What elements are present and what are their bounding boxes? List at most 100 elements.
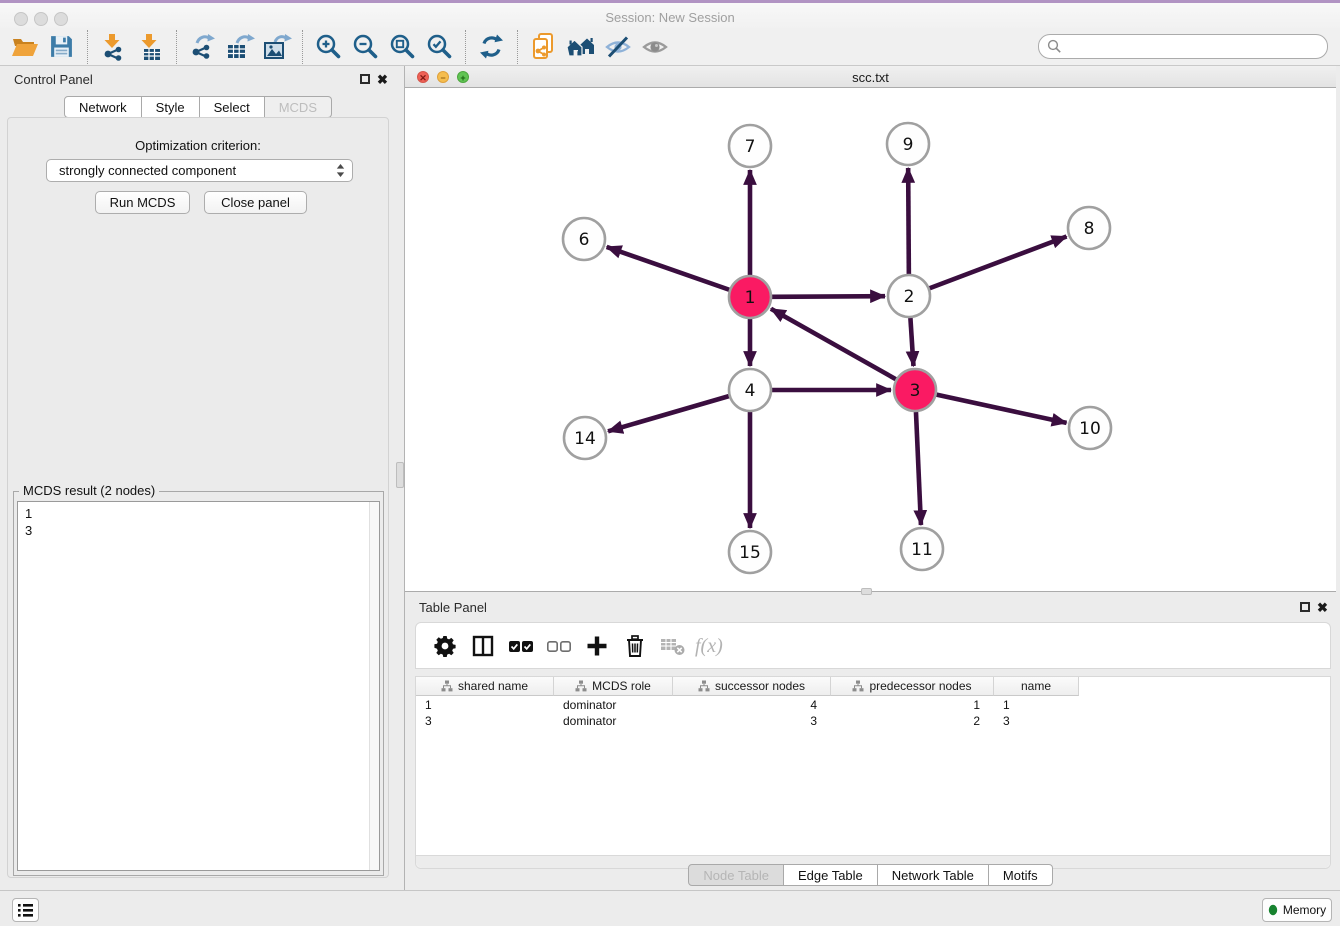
table-row[interactable]: 1dominator411	[416, 697, 1079, 713]
zoom-selected-icon[interactable]	[421, 31, 458, 63]
task-history-button[interactable]	[12, 898, 39, 922]
cell-shared-name[interactable]: 1	[416, 697, 554, 713]
network-window-title: scc.txt	[405, 70, 1336, 85]
edge-2-8[interactable]	[930, 236, 1067, 288]
edge-1-2[interactable]	[772, 296, 885, 297]
tab-mcds[interactable]: MCDS	[265, 96, 332, 118]
memory-button[interactable]: Memory	[1262, 898, 1332, 922]
toolbar-separator	[465, 30, 466, 64]
zoom-in-icon[interactable]	[310, 31, 347, 63]
mcds-result-values: 1 3	[18, 502, 379, 539]
home-icon[interactable]	[562, 31, 599, 63]
cell-MCDS-role[interactable]: dominator	[554, 697, 673, 713]
table-row[interactable]: 3dominator323	[416, 713, 1079, 729]
control-panel-float-button[interactable]	[360, 74, 370, 84]
open-folder-icon[interactable]	[6, 31, 43, 63]
node-15[interactable]: 15	[729, 531, 771, 573]
cell-shared-name[interactable]: 3	[416, 713, 554, 729]
gear-icon[interactable]	[426, 629, 464, 663]
svg-text:f(x): f(x)	[695, 635, 723, 657]
node-14[interactable]: 14	[564, 417, 606, 459]
node-11[interactable]: 11	[901, 528, 943, 570]
edge-2-3[interactable]	[910, 318, 913, 366]
zoom-out-icon[interactable]	[347, 31, 384, 63]
tab-network-table[interactable]: Network Table	[878, 864, 989, 886]
node-7[interactable]: 7	[729, 125, 771, 167]
cell-name[interactable]: 3	[994, 713, 1079, 729]
control-panel-tabs: NetworkStyleSelectMCDS	[0, 96, 396, 118]
delete-icon[interactable]	[616, 629, 654, 663]
table-header-row: shared nameMCDS role successor nodes prede…	[416, 677, 1079, 696]
tab-motifs[interactable]: Motifs	[989, 864, 1053, 886]
close-panel-button[interactable]: Close panel	[204, 191, 307, 214]
edge-3-11[interactable]	[916, 412, 921, 525]
node-label-8: 8	[1084, 219, 1095, 239]
node-3[interactable]: 3	[894, 369, 936, 411]
column-header-shared-name[interactable]: shared name	[416, 677, 554, 696]
run-mcds-button[interactable]: Run MCDS	[95, 191, 190, 214]
column-header-name[interactable]: name	[994, 677, 1079, 696]
add-column-icon[interactable]	[578, 629, 616, 663]
tab-style[interactable]: Style	[142, 96, 200, 118]
export-network-icon[interactable]	[184, 31, 221, 63]
cell-name[interactable]: 1	[994, 697, 1079, 713]
refresh-icon[interactable]	[473, 31, 510, 63]
select-all-checkboxes-icon[interactable]	[502, 629, 540, 663]
node-2[interactable]: 2	[888, 275, 930, 317]
search-input[interactable]	[1067, 37, 1327, 57]
column-header-successor-nodes[interactable]: successor nodes	[673, 677, 831, 696]
optimization-criterion-dropdown[interactable]: strongly connected component	[46, 159, 353, 182]
clone-network-icon[interactable]	[525, 31, 562, 63]
search-icon	[1047, 39, 1062, 54]
split-column-icon[interactable]	[464, 629, 502, 663]
export-image-icon[interactable]	[258, 31, 295, 63]
table-panel-float-button[interactable]	[1300, 602, 1310, 612]
import-table-icon[interactable]	[132, 31, 169, 63]
node-9[interactable]: 9	[887, 123, 929, 165]
cell-predecessor-nodes[interactable]: 2	[831, 713, 994, 729]
table-toolbar: f(x)	[415, 622, 1331, 669]
column-header-predecessor-nodes[interactable]: predecessor nodes	[831, 677, 994, 696]
tab-network[interactable]: Network	[64, 96, 142, 118]
edge-3-1[interactable]	[771, 309, 896, 379]
network-window-titlebar[interactable]: ✕ − + scc.txt	[405, 66, 1336, 88]
horizontal-splitter-grip[interactable]	[861, 588, 872, 595]
tab-node-table[interactable]: Node Table	[688, 864, 784, 886]
node-10[interactable]: 10	[1069, 407, 1111, 449]
export-table-icon[interactable]	[221, 31, 258, 63]
node-8[interactable]: 8	[1068, 207, 1110, 249]
mcds-panel: Optimization criterion: strongly connect…	[7, 117, 389, 878]
result-scrollbar[interactable]	[369, 502, 379, 870]
column-label: successor nodes	[715, 679, 805, 693]
node-table: shared nameMCDS role successor nodes prede…	[415, 676, 1331, 869]
cell-MCDS-role[interactable]: dominator	[554, 713, 673, 729]
import-network-icon[interactable]	[95, 31, 132, 63]
control-panel-close-button[interactable]: ✖	[377, 74, 388, 86]
column-header-MCDS-role[interactable]: MCDS role	[554, 677, 673, 696]
vertical-splitter-grip[interactable]	[396, 462, 404, 488]
network-graph: 7 9 6 8 1 2 4 3 14 10 15 11	[405, 88, 1336, 592]
mcds-result-textarea[interactable]: 1 3	[17, 501, 380, 871]
node-label-15: 15	[739, 543, 761, 563]
cell-successor-nodes[interactable]: 3	[673, 713, 831, 729]
deselect-checkboxes-icon[interactable]	[540, 629, 578, 663]
node-1[interactable]: 1	[729, 276, 771, 318]
titlebar: Session: New Session	[0, 3, 1340, 28]
search-box[interactable]	[1038, 34, 1328, 59]
tab-select[interactable]: Select	[200, 96, 265, 118]
edge-1-6[interactable]	[607, 247, 730, 290]
edge-3-10[interactable]	[936, 395, 1066, 423]
zoom-fit-icon[interactable]	[384, 31, 421, 63]
table-panel-close-button[interactable]: ✖	[1317, 602, 1328, 614]
save-icon[interactable]	[43, 31, 80, 63]
edge-4-14[interactable]	[608, 396, 729, 431]
cell-successor-nodes[interactable]: 4	[673, 697, 831, 713]
network-view[interactable]: 7 9 6 8 1 2 4 3 14 10 15 11	[405, 88, 1336, 592]
cell-predecessor-nodes[interactable]: 1	[831, 697, 994, 713]
node-6[interactable]: 6	[563, 218, 605, 260]
hide-eye-icon[interactable]	[599, 31, 636, 63]
edge-2-9[interactable]	[908, 168, 909, 274]
column-label: name	[1021, 679, 1051, 693]
tab-edge-table[interactable]: Edge Table	[784, 864, 878, 886]
node-4[interactable]: 4	[729, 369, 771, 411]
